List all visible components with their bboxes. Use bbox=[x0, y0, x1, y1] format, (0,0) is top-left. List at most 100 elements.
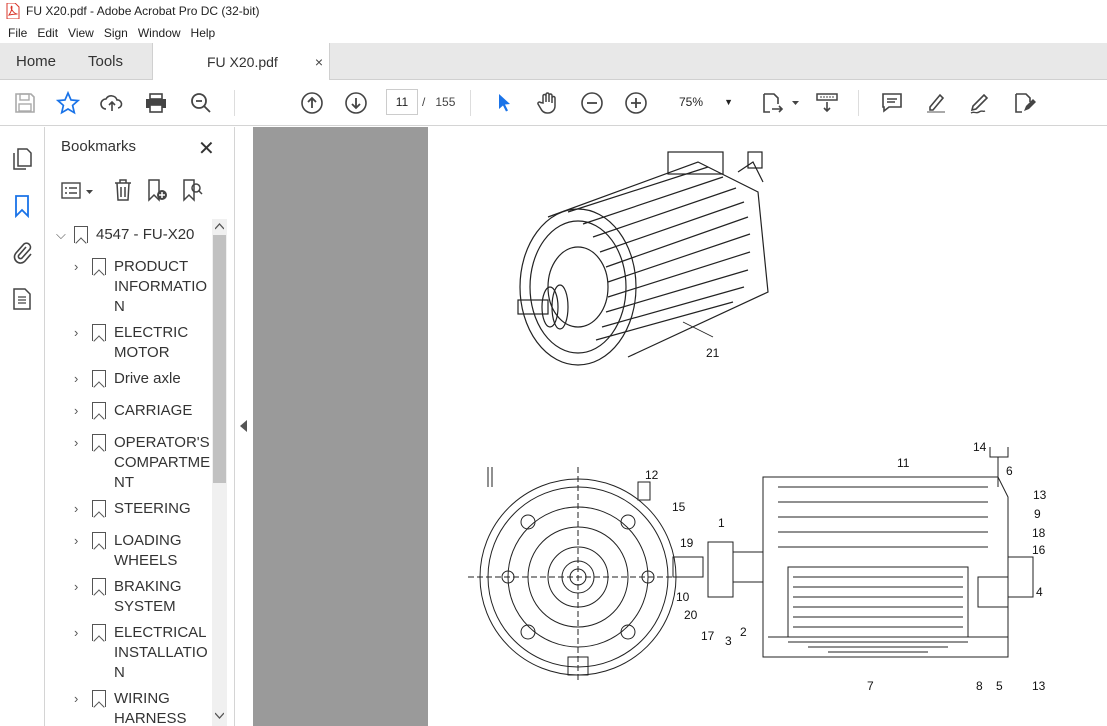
callout-label: 11 bbox=[897, 456, 910, 470]
bookmark-label-line: MOTOR bbox=[114, 344, 170, 361]
close-panel-icon[interactable]: ✕ bbox=[198, 136, 215, 161]
attachment-paperclip-icon[interactable] bbox=[10, 240, 34, 264]
menu-file[interactable]: File bbox=[4, 26, 33, 40]
comment-icon[interactable] bbox=[880, 91, 904, 115]
bookmark-item-loading-wheels[interactable]: › LOADING WHEELS bbox=[74, 531, 182, 571]
page-thumbnails-icon[interactable] bbox=[10, 147, 34, 171]
tab-document[interactable]: FU X20.pdf × bbox=[152, 43, 330, 81]
motor-section-view-drawing bbox=[672, 447, 1034, 658]
callout-label: 18 bbox=[1032, 526, 1046, 540]
print-icon[interactable] bbox=[144, 91, 168, 115]
menu-sign[interactable]: Sign bbox=[100, 26, 134, 40]
panel-splitter[interactable] bbox=[234, 127, 253, 726]
bookmark-label-line: WIRING bbox=[114, 690, 170, 707]
page-fit-dropdown-icon[interactable] bbox=[784, 91, 799, 115]
scroll-down-icon[interactable] bbox=[215, 712, 224, 719]
page-number-input[interactable]: 11 bbox=[386, 89, 418, 115]
zoom-search-icon[interactable] bbox=[189, 91, 213, 115]
bookmarks-panel-title: Bookmarks bbox=[61, 138, 137, 155]
hand-tool-icon[interactable] bbox=[536, 91, 560, 115]
document-view[interactable]: 21 12 15 14 11 6 13 9 18 16 4 1 19 10 20… bbox=[253, 127, 1107, 726]
bookmarks-panel-icon[interactable] bbox=[10, 194, 34, 219]
previous-page-icon[interactable] bbox=[300, 91, 324, 115]
callout-label: 4 bbox=[1036, 585, 1043, 599]
bookmark-label-line: NT bbox=[114, 474, 134, 491]
motor-isometric-drawing bbox=[517, 151, 769, 366]
bookmark-label-line: N bbox=[114, 664, 125, 681]
bookmark-item-operators-compartment[interactable]: › OPERATOR'S COMPARTME NT bbox=[74, 433, 210, 493]
next-page-icon[interactable] bbox=[344, 91, 368, 115]
collapse-panel-icon[interactable] bbox=[240, 420, 247, 432]
chevron-down-icon: ▼ bbox=[724, 97, 733, 107]
callout-label: 5 bbox=[996, 679, 1003, 693]
callout-label: 2 bbox=[740, 625, 747, 639]
bookmark-icon bbox=[92, 500, 106, 517]
bookmark-item-drive-axle[interactable]: › Drive axle bbox=[74, 369, 181, 389]
bookmark-label: LOADING WHEELS bbox=[114, 531, 182, 571]
select-cursor-icon[interactable] bbox=[492, 91, 516, 115]
menu-bar: File Edit View Sign Window Help bbox=[0, 22, 1107, 43]
zoom-select[interactable]: 75% ▼ bbox=[667, 89, 741, 115]
save-icon[interactable] bbox=[13, 91, 37, 115]
bookmark-item-carriage[interactable]: › CARRIAGE bbox=[74, 401, 192, 421]
bookmark-item-product-information[interactable]: › PRODUCT INFORMATIO N bbox=[74, 257, 207, 317]
close-tab-icon[interactable]: × bbox=[315, 54, 323, 70]
bookmark-label-line: LOADING bbox=[114, 532, 182, 549]
scroll-mode-icon[interactable] bbox=[815, 91, 839, 115]
bookmark-label: CARRIAGE bbox=[114, 402, 193, 419]
bookmark-options-icon[interactable] bbox=[61, 181, 83, 201]
star-bookmark-icon[interactable] bbox=[55, 90, 81, 115]
total-pages: 155 bbox=[435, 95, 456, 109]
chevron-right-icon[interactable]: › bbox=[74, 433, 92, 493]
upload-cloud-icon[interactable] bbox=[100, 91, 124, 115]
tab-home[interactable]: Home bbox=[16, 43, 56, 80]
window-title: FU X20.pdf - Adobe Acrobat Pro DC (32-bi… bbox=[26, 4, 260, 18]
bookmark-search-icon[interactable] bbox=[180, 178, 204, 202]
chevron-right-icon[interactable]: › bbox=[74, 369, 92, 389]
menu-window[interactable]: Window bbox=[134, 26, 187, 40]
chevron-right-icon[interactable]: › bbox=[74, 499, 92, 519]
main-toolbar bbox=[0, 80, 1107, 126]
chevron-right-icon[interactable]: › bbox=[74, 623, 92, 683]
delete-bookmark-icon[interactable] bbox=[112, 178, 134, 202]
zoom-in-icon[interactable] bbox=[624, 91, 648, 115]
chevron-right-icon[interactable]: › bbox=[74, 257, 92, 317]
bookmark-item-steering[interactable]: › STEERING bbox=[74, 499, 191, 519]
chevron-down-icon[interactable] bbox=[86, 181, 94, 201]
bookmark-item-electric-motor[interactable]: › ELECTRIC MOTOR bbox=[74, 323, 188, 363]
chevron-right-icon[interactable]: › bbox=[74, 323, 92, 363]
bookmark-label-line: N bbox=[114, 298, 125, 315]
chevron-right-icon[interactable]: › bbox=[74, 401, 92, 421]
bookmarks-scroll-thumb[interactable] bbox=[213, 235, 226, 483]
callout-label: 19 bbox=[680, 536, 694, 550]
toolbar-divider bbox=[234, 90, 235, 116]
bookmark-item-braking-system[interactable]: › BRAKING SYSTEM bbox=[74, 577, 182, 617]
bookmark-item-electrical-installation[interactable]: › ELECTRICAL INSTALLATIO N bbox=[74, 623, 208, 683]
chevron-down-icon[interactable]: ⌵ bbox=[56, 225, 74, 245]
bookmark-label: OPERATOR'S COMPARTME NT bbox=[114, 433, 210, 493]
draw-sign-icon[interactable] bbox=[968, 91, 992, 115]
chevron-right-icon[interactable]: › bbox=[74, 531, 92, 571]
fill-sign-icon[interactable] bbox=[1012, 91, 1036, 115]
scroll-up-icon[interactable] bbox=[215, 223, 224, 230]
callout-label: 13 bbox=[1032, 679, 1046, 693]
bookmark-icon bbox=[92, 690, 106, 707]
highlight-pen-icon[interactable] bbox=[924, 91, 948, 115]
callout-label: 12 bbox=[645, 468, 659, 482]
chevron-right-icon[interactable]: › bbox=[74, 689, 92, 726]
bookmark-icon bbox=[92, 624, 106, 641]
bookmark-item-wiring-harness[interactable]: › WIRING HARNESS bbox=[74, 689, 187, 726]
bookmark-root[interactable]: ⌵ 4547 - FU-X20 bbox=[56, 225, 194, 245]
menu-view[interactable]: View bbox=[64, 26, 100, 40]
bookmark-label-line: WHEELS bbox=[114, 552, 178, 569]
new-bookmark-icon[interactable] bbox=[145, 178, 169, 202]
bookmark-label-line: PRODUCT bbox=[114, 258, 189, 275]
menu-help[interactable]: Help bbox=[187, 26, 222, 40]
tab-tools[interactable]: Tools bbox=[88, 43, 123, 80]
page-fit-icon[interactable] bbox=[760, 91, 784, 115]
chevron-right-icon[interactable]: › bbox=[74, 577, 92, 617]
menu-edit[interactable]: Edit bbox=[33, 26, 64, 40]
document-properties-icon[interactable] bbox=[10, 287, 34, 311]
bookmark-label: 4547 - FU-X20 bbox=[96, 226, 195, 243]
zoom-out-icon[interactable] bbox=[580, 91, 604, 115]
